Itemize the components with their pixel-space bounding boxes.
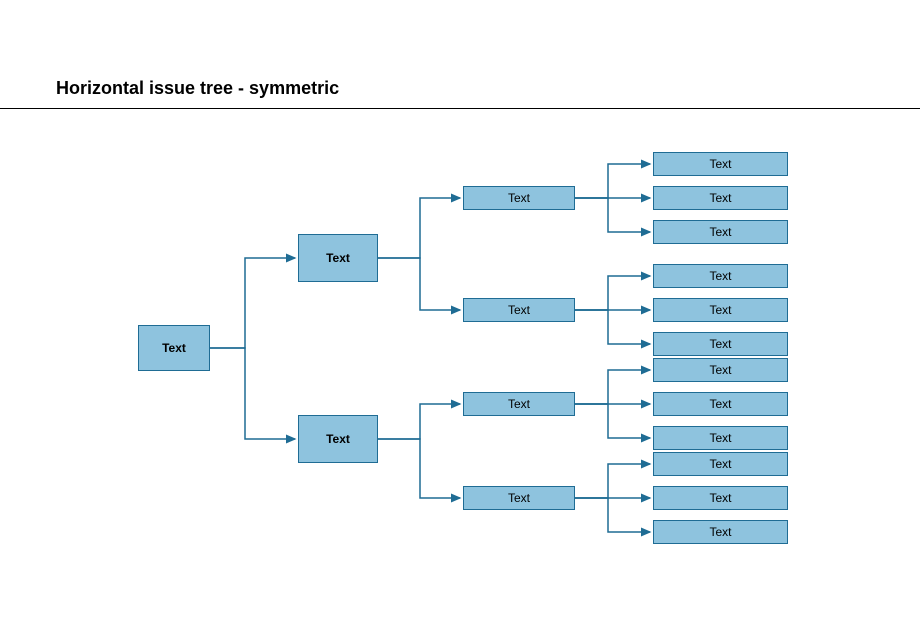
node-label: Text xyxy=(709,269,731,283)
node-label: Text xyxy=(709,157,731,171)
node-label: Text xyxy=(709,457,731,471)
l4-node: Text xyxy=(653,426,788,450)
node-label: Text xyxy=(709,225,731,239)
l4-node: Text xyxy=(653,486,788,510)
node-label: Text xyxy=(709,525,731,539)
node-label: Text xyxy=(508,191,530,205)
node-label: Text xyxy=(326,251,350,265)
l3-node: Text xyxy=(463,186,575,210)
node-label: Text xyxy=(326,432,350,446)
l4-node: Text xyxy=(653,332,788,356)
l3-node: Text xyxy=(463,392,575,416)
l3-node: Text xyxy=(463,486,575,510)
node-label: Text xyxy=(709,303,731,317)
node-label: Text xyxy=(709,431,731,445)
l2-node: Text xyxy=(298,234,378,282)
node-label: Text xyxy=(709,491,731,505)
l4-node: Text xyxy=(653,298,788,322)
node-label: Text xyxy=(508,397,530,411)
l4-node: Text xyxy=(653,392,788,416)
node-label: Text xyxy=(709,191,731,205)
node-label: Text xyxy=(508,491,530,505)
l4-node: Text xyxy=(653,452,788,476)
l4-node: Text xyxy=(653,186,788,210)
l4-node: Text xyxy=(653,264,788,288)
l2-node: Text xyxy=(298,415,378,463)
node-label: Text xyxy=(709,363,731,377)
l4-node: Text xyxy=(653,520,788,544)
node-label: Text xyxy=(709,337,731,351)
l3-node: Text xyxy=(463,298,575,322)
l4-node: Text xyxy=(653,152,788,176)
l4-node: Text xyxy=(653,358,788,382)
root-node: Text xyxy=(138,325,210,371)
l4-node: Text xyxy=(653,220,788,244)
node-label: Text xyxy=(709,397,731,411)
node-label: Text xyxy=(508,303,530,317)
tree-diagram: Text Text Text Text Text Text Text Text … xyxy=(0,0,920,636)
node-label: Text xyxy=(162,341,186,355)
